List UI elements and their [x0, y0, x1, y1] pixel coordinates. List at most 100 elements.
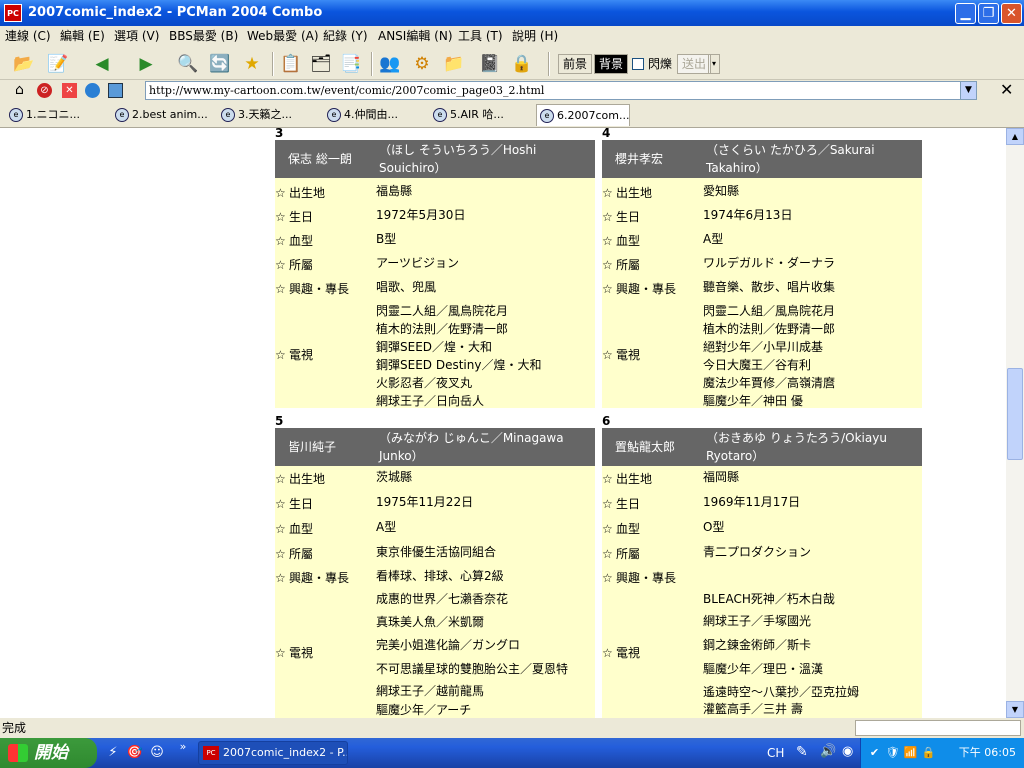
close-tab-button[interactable]: ✕ — [1000, 80, 1013, 99]
lock-icon[interactable]: 🔒 — [510, 52, 534, 76]
taskbar-window-button[interactable]: PC 2007comic_index2 - P... — [198, 741, 348, 765]
title-bar[interactable]: PC 2007comic_index2 - PCMan 2004 Combo ▁… — [0, 0, 1024, 26]
foreground-color-button[interactable]: 前景 — [558, 54, 593, 74]
quick-launch-icon[interactable]: 🎯 — [126, 744, 144, 762]
row-label: 興趣・專長 — [289, 282, 350, 296]
star-icon: ☆ — [275, 472, 286, 486]
star-icon: ☆ — [275, 547, 286, 561]
forward-icon[interactable]: ▶ — [134, 52, 158, 76]
tv-role: BLEACH死神／朽木白哉 — [703, 592, 835, 606]
profile-card-sakurai: 4 櫻井孝宏 （さくらい たかひろ／Sakurai Takahiro） ☆ 出生地… — [602, 128, 922, 408]
status-bar: 完成 — [0, 718, 1024, 738]
ime-icon[interactable]: ✎ — [796, 744, 808, 760]
row-label: 生日 — [289, 210, 314, 224]
star-icon: ☆ — [275, 186, 286, 200]
home-icon[interactable]: ⌂ — [15, 82, 24, 98]
star-icon: ☆ — [602, 646, 613, 660]
minimize-button[interactable]: ▁ — [955, 3, 976, 24]
row-value: ワルデガルド・ダーナラ — [703, 256, 836, 270]
maximize-button[interactable]: ❐ — [978, 3, 999, 24]
row-value: 福島縣 — [376, 184, 413, 198]
lock-icon[interactable]: 🔒 — [921, 745, 936, 760]
tv-role: 驅魔少年／神田 優 — [703, 394, 803, 408]
close-page-icon[interactable]: ✕ — [62, 83, 77, 98]
network-icon[interactable]: 📶 — [903, 745, 918, 760]
send-dropdown-arrow[interactable]: ▾ — [708, 54, 720, 74]
windows-icon[interactable] — [108, 83, 123, 98]
scroll-down-arrow[interactable]: ▼ — [1006, 701, 1024, 718]
paste-icon[interactable]: 🗂 — [309, 52, 333, 76]
row-value: B型 — [376, 232, 397, 246]
menu-bbs-favorites[interactable]: BBS最愛 (B) — [169, 26, 238, 46]
row-value: 1975年11月22日 — [376, 495, 474, 509]
start-button[interactable]: 開始 — [0, 738, 97, 768]
menu-tools[interactable]: 工具 (T) — [458, 26, 503, 46]
globe-icon[interactable] — [85, 83, 100, 98]
seiyuu-name: 置鮎龍太郎 — [615, 440, 676, 454]
tab-5[interactable]: e 5.AIR 哈... — [430, 104, 530, 126]
favorite-star-icon[interactable]: ★ — [240, 52, 264, 76]
star-icon: ☆ — [275, 497, 286, 511]
tab-2[interactable]: e 2.best anim... — [112, 104, 212, 126]
star-icon: ☆ — [602, 282, 613, 296]
tab-4[interactable]: e 4.仲間由... — [324, 104, 424, 126]
notepad-icon[interactable]: 📝 — [46, 52, 70, 76]
close-button[interactable]: ✕ — [1001, 3, 1022, 24]
penguin-icon[interactable]: ✔ — [867, 745, 882, 760]
vertical-scrollbar[interactable]: ▲ ▼ — [1006, 128, 1024, 718]
url-text: http://www.my-cartoon.com.tw/event/comic… — [149, 84, 545, 97]
menu-history[interactable]: 紀錄 (Y) — [323, 26, 368, 46]
folder-icon[interactable]: 📁 — [442, 52, 466, 76]
menu-web-favorites[interactable]: Web最愛 (A) — [247, 26, 319, 46]
users-icon[interactable]: 👥 — [378, 52, 402, 76]
row-label: 電視 — [289, 646, 314, 660]
tab-6-active[interactable]: e 6.2007com... — [536, 104, 630, 126]
menu-help[interactable]: 說明 (H) — [512, 26, 558, 46]
app-icon[interactable]: PC — [4, 4, 22, 22]
star-icon: ☆ — [602, 348, 613, 362]
scroll-thumb[interactable] — [1007, 368, 1023, 460]
row-value: 青二プロダクション — [703, 545, 812, 559]
status-text: 完成 — [2, 721, 27, 735]
back-icon[interactable]: ◀ — [90, 52, 114, 76]
menu-ansi-edit[interactable]: ANSI編輯 (N) — [378, 26, 453, 46]
menu-edit[interactable]: 編輯 (E) — [60, 26, 105, 46]
open-folder-icon[interactable]: 📂 — [12, 52, 36, 76]
gear-icon[interactable]: ⚙ — [410, 52, 434, 76]
row-value: 茨城縣 — [376, 470, 413, 484]
blink-checkbox[interactable] — [632, 58, 644, 70]
toolbar-separator — [371, 52, 373, 76]
status-panel — [855, 720, 1021, 736]
row-value: 1969年11月17日 — [703, 495, 801, 509]
copy-icon[interactable]: 📋 — [279, 52, 303, 76]
quick-launch-more-icon[interactable]: » — [174, 738, 192, 756]
quick-launch-icon[interactable]: ⚡ — [104, 744, 122, 762]
scroll-up-arrow[interactable]: ▲ — [1006, 128, 1024, 145]
url-input[interactable]: http://www.my-cartoon.com.tw/event/comic… — [145, 81, 977, 100]
system-tray: ✔ 🛡 📶 🔒 下午 06:05 — [860, 738, 1024, 768]
send-button[interactable]: 送出 — [677, 54, 712, 74]
tab-1[interactable]: e 1.ニコニ... — [6, 104, 106, 126]
row-value: アーツビジョン — [376, 256, 460, 270]
url-dropdown-arrow[interactable]: ▼ — [960, 82, 976, 99]
tv-role: 灌籃高手／三井 壽 — [703, 702, 803, 716]
row-label: 出生地 — [616, 186, 653, 200]
clipboard-icon[interactable]: 📑 — [339, 52, 363, 76]
refresh-icon[interactable]: 🔄 — [208, 52, 232, 76]
volume-icon[interactable]: 🔊 — [820, 744, 836, 759]
input-method-icon[interactable]: ◉ — [842, 744, 853, 759]
clock[interactable]: 下午 06:05 — [959, 738, 1016, 768]
search-icon[interactable]: 🔍 — [176, 52, 200, 76]
menu-connect[interactable]: 連線 (C) — [5, 26, 51, 46]
language-indicator[interactable]: CH — [767, 738, 784, 768]
shield-icon[interactable]: 🛡 — [885, 745, 900, 760]
tv-role: 不可思議星球的雙胞胎公主／夏恩特 — [376, 662, 569, 676]
stop-icon[interactable]: ⊘ — [37, 83, 52, 98]
tab-3[interactable]: e 3.天籟之... — [218, 104, 318, 126]
tv-role: 網球王子／日向岳人 — [376, 394, 485, 408]
ie-page-icon: e — [433, 108, 447, 122]
quick-launch-icon[interactable]: ☺ — [148, 744, 166, 762]
menu-options[interactable]: 選項 (V) — [114, 26, 159, 46]
background-color-button[interactable]: 背景 — [594, 54, 629, 74]
notebook-icon[interactable]: 📓 — [478, 52, 502, 76]
